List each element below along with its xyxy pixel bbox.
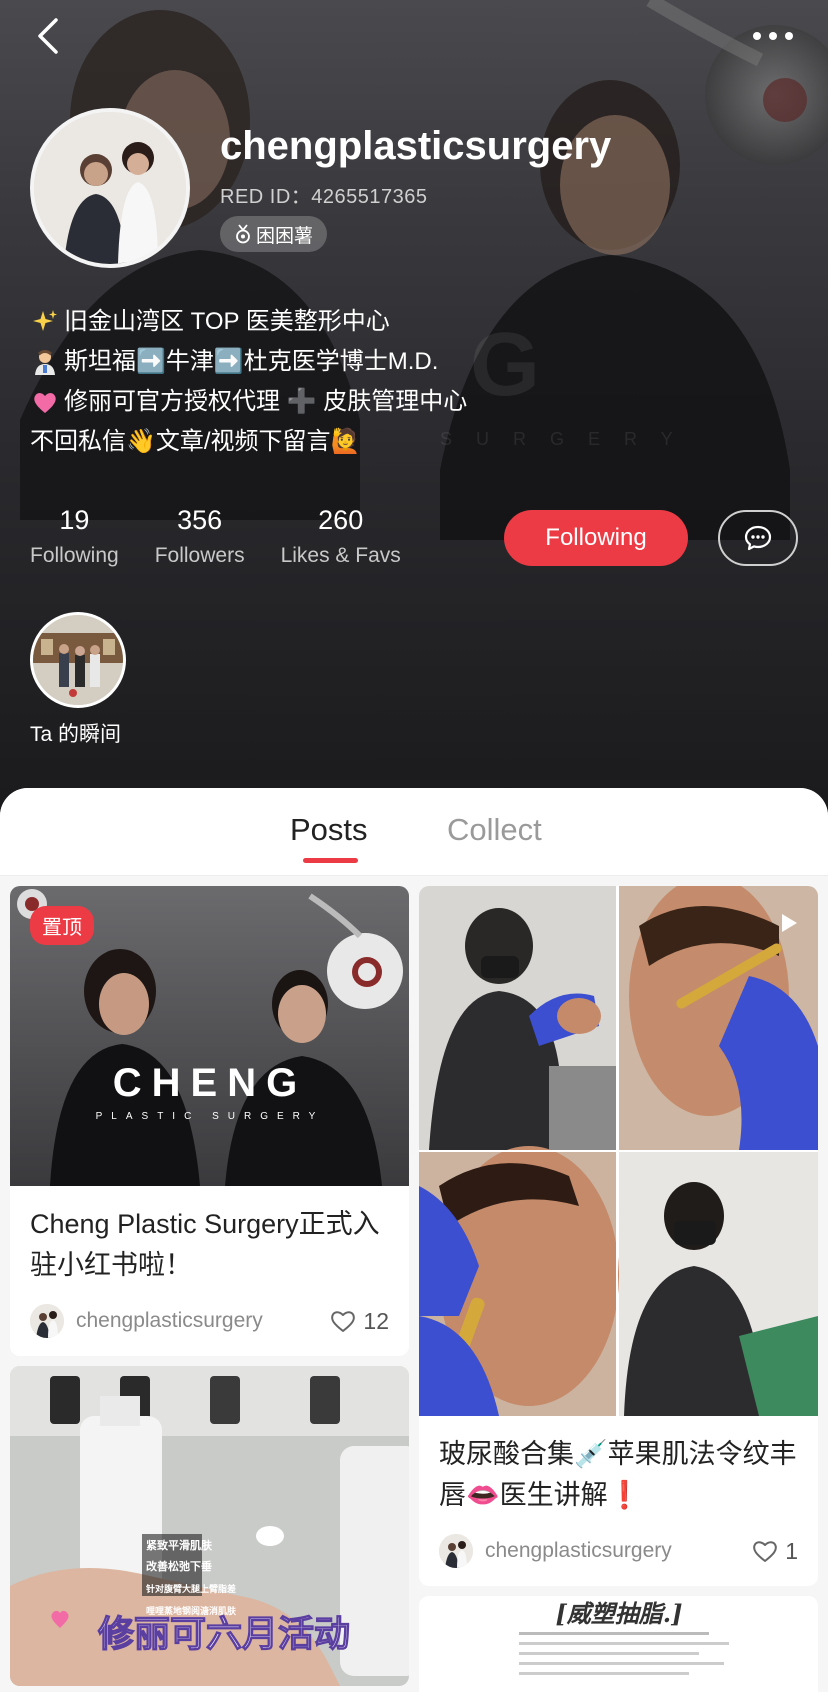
like-button[interactable]: 12: [329, 1308, 389, 1335]
cover-banner-title: CHENG: [113, 1061, 307, 1105]
stat-following[interactable]: 19 Following: [30, 505, 119, 568]
post-title: 玻尿酸合集💉苹果肌法令纹丰唇👄医生讲解❗: [439, 1439, 797, 1510]
profile-avatar[interactable]: [30, 108, 190, 268]
more-options-button[interactable]: [748, 18, 798, 54]
active-tab-indicator: [303, 858, 358, 863]
moment-thumbnail[interactable]: [30, 612, 126, 708]
post-cover: [威塑抽脂.]: [419, 1596, 818, 1692]
tab-posts[interactable]: Posts: [290, 812, 368, 848]
post-cover: 紧致平滑肌肤 改善松弛下垂 针对腹臂大腿上臂脂差 哩哩蒸地钢阅溏消肌肤 修丽可六…: [10, 1366, 409, 1686]
message-button[interactable]: [718, 510, 798, 566]
post-card[interactable]: 紧致平滑肌肤 改善松弛下垂 针对腹臂大腿上臂脂差 哩哩蒸地钢阅溏消肌肤 修丽可六…: [10, 1366, 409, 1686]
cover-overlay-line: 改善松弛下垂: [146, 1559, 212, 1573]
stat-value: 356: [177, 505, 223, 535]
stat-likes-favs[interactable]: 260 Likes & Favs: [281, 505, 401, 568]
feed-column-right: 玻尿酸合集💉苹果肌法令纹丰唇👄医生讲解❗ chengplasticsurgery…: [419, 886, 818, 1692]
doctor-icon: [30, 347, 60, 377]
post-footer: chengplasticsurgery 1: [419, 1516, 818, 1586]
chevron-left-icon: [38, 18, 58, 54]
like-count: 12: [363, 1307, 389, 1334]
following-button[interactable]: Following: [504, 510, 688, 566]
heart-outline-icon: [753, 1541, 778, 1562]
badge-label: 困困薯: [256, 225, 314, 247]
post-author[interactable]: chengplasticsurgery: [76, 1309, 329, 1333]
medal-icon: [236, 224, 250, 244]
cover-banner-subtitle: PLASTIC SURGERY: [96, 1111, 325, 1122]
post-footer: chengplasticsurgery 12: [10, 1286, 409, 1356]
profile-badge[interactable]: 困困薯: [220, 216, 328, 252]
tab-collect[interactable]: Collect: [447, 812, 542, 848]
post-card[interactable]: 玻尿酸合集💉苹果肌法令纹丰唇👄医生讲解❗ chengplasticsurgery…: [419, 886, 818, 1586]
bio-text: 不回私信👋文章/视频下留言🙋: [30, 428, 361, 455]
post-cover-photo: [419, 886, 818, 1416]
back-button[interactable]: [30, 14, 70, 58]
username: chengplasticsurgery: [220, 124, 612, 168]
post-card[interactable]: CHENG PLASTIC SURGERY 置顶 Cheng Plastic S…: [10, 886, 409, 1356]
author-avatar[interactable]: [439, 1534, 473, 1568]
more-dots-icon: [753, 32, 793, 40]
moment-photo: [33, 615, 123, 705]
tab-bar: Posts Collect: [0, 788, 828, 876]
cover-overlay-title: [威塑抽脂.]: [555, 1599, 682, 1628]
stat-value: 19: [59, 505, 90, 535]
post-author[interactable]: chengplasticsurgery: [485, 1539, 751, 1563]
pinned-badge: 置顶: [30, 906, 94, 945]
bio-text: 旧金山湾区 TOP 医美整形中心: [64, 308, 390, 335]
like-count: 1: [785, 1537, 798, 1564]
heart-icon: [30, 387, 60, 417]
post-cover-photo: [威塑抽脂.]: [419, 1596, 818, 1692]
bio-line: 斯坦福➡️牛津➡️杜克医学博士M.D.: [30, 342, 710, 382]
post-title: Cheng Plastic Surgery正式入驻小红书啦！: [30, 1209, 380, 1280]
stat-label: Followers: [154, 544, 245, 567]
moments-label: Ta 的瞬间: [30, 723, 122, 746]
feed-column-left: CHENG PLASTIC SURGERY 置顶 Cheng Plastic S…: [10, 886, 409, 1692]
post-card[interactable]: [威塑抽脂.]: [419, 1596, 818, 1692]
profile-header: G SURGERY chengplasticsurgery RED ID：426…: [0, 0, 828, 820]
stat-label: Likes & Favs: [280, 544, 401, 567]
bio-line: 旧金山湾区 TOP 医美整形中心: [30, 302, 710, 342]
heart-outline-icon: [331, 1311, 356, 1332]
content-panel: Posts Collect CHENG PLASTIC SURGERY 置顶 C…: [0, 788, 828, 1692]
top-bar: [0, 0, 828, 70]
stat-value: 260: [318, 505, 364, 535]
bio-line: 不回私信👋文章/视频下留言🙋: [30, 422, 710, 462]
stat-label: Following: [30, 544, 119, 567]
post-cover: CHENG PLASTIC SURGERY 置顶: [10, 886, 409, 1186]
post-cover: [419, 886, 818, 1416]
post-cover-photo: 紧致平滑肌肤 改善松弛下垂 针对腹臂大腿上臂脂差 哩哩蒸地钢阅溏消肌肤 修丽可六…: [10, 1366, 409, 1686]
moments-shortcut[interactable]: Ta 的瞬间: [30, 612, 126, 748]
cover-overlay-line: 紧致平滑肌肤: [146, 1538, 213, 1552]
like-button[interactable]: 1: [751, 1538, 798, 1565]
chat-bubble-icon: [744, 525, 772, 551]
cover-overlay-line: 针对腹臂大腿上臂脂差: [146, 1583, 236, 1595]
stat-followers[interactable]: 356 Followers: [155, 505, 245, 568]
bio-line: 修丽可官方授权代理 ➕ 皮肤管理中心: [30, 382, 710, 422]
red-id: RED ID：4265517365: [220, 186, 428, 208]
cover-overlay-title: 修丽可六月活动: [98, 1614, 350, 1655]
bio-text: 斯坦福➡️牛津➡️杜克医学博士M.D.: [64, 348, 439, 375]
avatar-photo: [34, 112, 186, 264]
profile-stats: 19 Following 356 Followers 260 Likes & F…: [30, 505, 401, 568]
profile-bio: 旧金山湾区 TOP 医美整形中心 斯坦福➡️牛津➡️杜克医学博士M.D. 修丽可…: [30, 302, 710, 462]
author-avatar[interactable]: [30, 1304, 64, 1338]
bio-text: 修丽可官方授权代理 ➕ 皮肤管理中心: [64, 388, 468, 415]
sparkles-icon: [30, 307, 60, 337]
